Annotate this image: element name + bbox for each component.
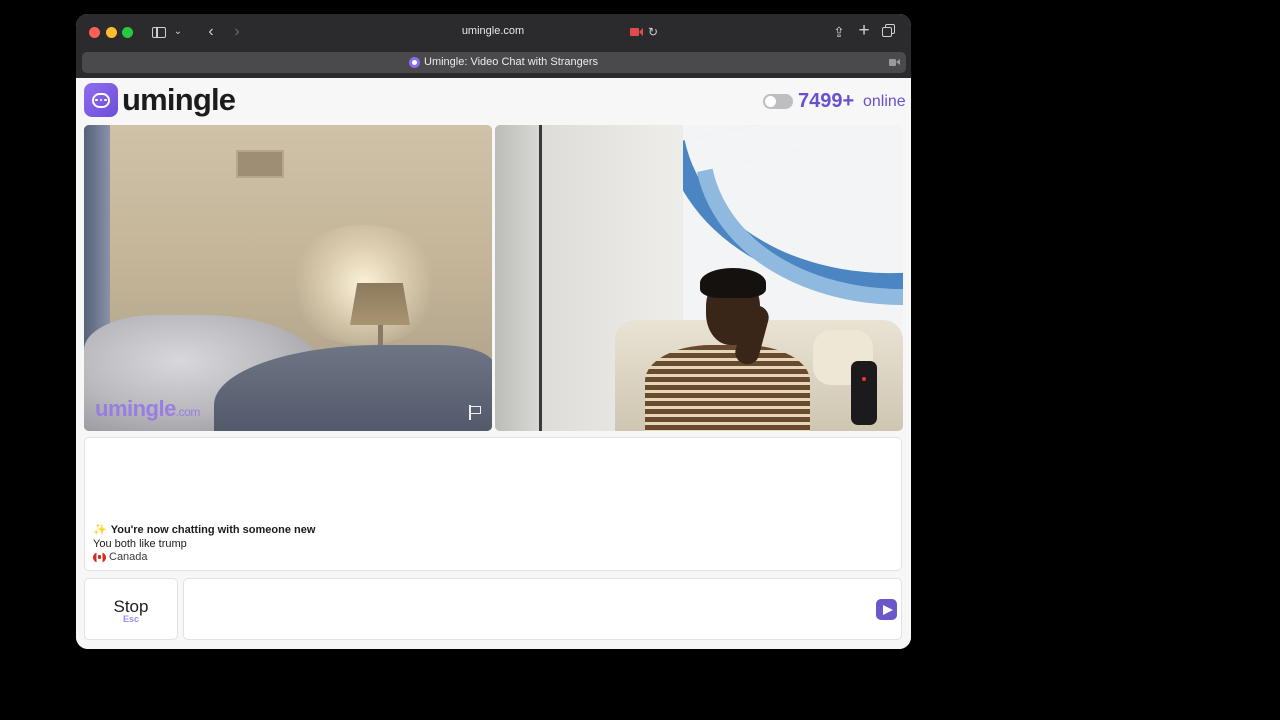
scene-speaker-light (862, 377, 866, 381)
close-window-button[interactable] (89, 27, 100, 38)
tab-camera-icon (889, 58, 900, 67)
forward-arrow-icon[interactable]: › (229, 23, 245, 41)
camera-in-use-icon[interactable] (629, 26, 643, 37)
chat-bubble-favicon-icon (409, 57, 420, 68)
zoom-window-button[interactable] (122, 27, 133, 38)
toggle-knob (765, 96, 776, 107)
sparkles-icon: ✨ (93, 524, 107, 536)
send-button[interactable] (876, 599, 897, 620)
stop-shortcut-hint: Esc (122, 614, 139, 624)
online-count: 7499+ (798, 90, 855, 112)
share-icon[interactable]: ⇪ (831, 23, 847, 41)
scene-speaker (851, 361, 877, 425)
common-interest-text: You both like trump (93, 538, 187, 550)
page-content: umingle 7499+ online umingle.com ✨ You'r… (76, 78, 911, 649)
watermark-main: umingle (95, 396, 176, 421)
address-bar[interactable]: umingle.com (323, 22, 663, 42)
scene-wall (495, 125, 541, 431)
tab-title: Umingle: Video Chat with Strangers (424, 56, 599, 68)
country-label: Canada (109, 551, 148, 563)
system-message: ✨ You're now chatting with someone new (93, 523, 315, 536)
theme-toggle[interactable] (763, 94, 793, 109)
scene-wall-frame (236, 150, 284, 178)
address-text: umingle.com (461, 25, 525, 37)
report-flag-icon[interactable] (468, 405, 482, 420)
stop-button[interactable]: Stop Esc (84, 578, 178, 640)
scene-door-edge (539, 125, 542, 431)
local-video: umingle.com (84, 125, 492, 431)
online-label: online (863, 93, 906, 110)
watermark-suffix: .com (175, 405, 201, 419)
stranger-video (495, 125, 903, 431)
browser-toolbar: ⌄ ‹ › umingle.com ↻ ⇪ + Umingle: Video C… (76, 14, 911, 78)
scene-person-hair (700, 268, 766, 298)
umingle-watermark: umingle.com (95, 396, 200, 422)
logo-chat-bubble-icon[interactable] (84, 83, 118, 117)
tab-overview-icon[interactable] (882, 24, 898, 40)
minimize-window-button[interactable] (106, 27, 117, 38)
chevron-down-icon[interactable]: ⌄ (172, 24, 184, 40)
sidebar-toggle-icon[interactable] (151, 24, 167, 40)
message-input[interactable] (192, 587, 862, 631)
scene-curtain (84, 125, 110, 355)
new-tab-icon[interactable]: + (855, 21, 873, 40)
send-arrow-icon (882, 604, 893, 615)
browser-window: ⌄ ‹ › umingle.com ↻ ⇪ + Umingle: Video C… (76, 14, 911, 649)
chat-log[interactable]: ✨ You're now chatting with someone new Yo… (84, 437, 902, 571)
logo-text[interactable]: umingle (122, 82, 236, 118)
canada-flag-icon (93, 551, 106, 563)
scene-lamp-shade (350, 283, 410, 325)
reload-icon[interactable]: ↻ (646, 24, 660, 40)
message-box[interactable] (183, 578, 902, 640)
system-message-text: You're now chatting with someone new (110, 524, 316, 536)
back-arrow-icon[interactable]: ‹ (203, 23, 219, 41)
stranger-country: Canada (93, 551, 148, 563)
scene-person-body (645, 345, 810, 431)
tab-active[interactable]: Umingle: Video Chat with Strangers (82, 52, 906, 73)
